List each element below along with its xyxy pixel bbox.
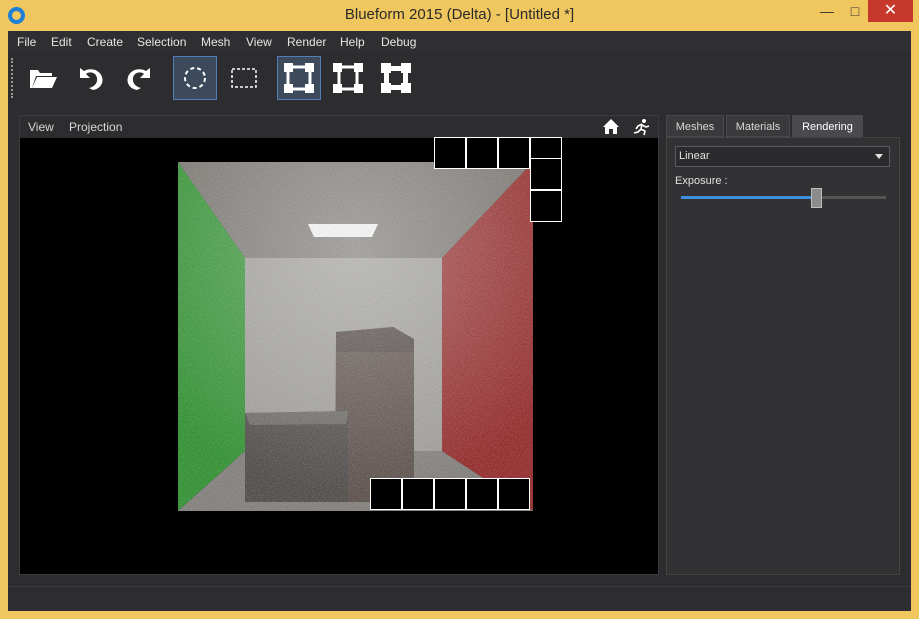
menu-render[interactable]: Render [287,35,326,49]
client-area: File Edit Create Selection Mesh View Ren… [8,31,911,611]
exposure-slider[interactable] [681,188,886,208]
overlay-cell [498,137,530,169]
exposure-label: Exposure : [675,175,728,187]
redo-icon [127,68,150,90]
menu-debug[interactable]: Debug [381,35,416,49]
walk-icon[interactable] [632,118,650,136]
viewport-projection-menu[interactable]: Projection [69,120,122,134]
minimize-button[interactable]: — [812,0,842,22]
tab-meshes[interactable]: Meshes [666,115,724,137]
toolbar-grip[interactable] [11,58,13,98]
render-view[interactable] [178,162,533,511]
transform-button[interactable] [277,56,321,100]
viewport-view-menu[interactable]: View [28,120,54,134]
open-icon [30,70,57,88]
app-window: Blueform 2015 (Delta) - [Untitled *] — □… [0,0,919,619]
viewport-panel[interactable]: View Projection [19,115,659,575]
undo-button[interactable] [69,56,113,100]
menu-mesh[interactable]: Mesh [201,35,230,49]
rect-select-icon [231,68,257,88]
exposure-slider-thumb[interactable] [811,188,822,208]
tab-materials[interactable]: Materials [726,115,790,137]
menu-create[interactable]: Create [87,35,123,49]
overlay-cell [530,190,562,222]
window-title: Blueform 2015 (Delta) - [Untitled *] [344,6,575,23]
rect-select-button[interactable] [222,56,266,100]
rotate-transform-icon [333,63,363,93]
scale-transform-button[interactable] [374,56,418,100]
overlay-cell [466,478,498,510]
chevron-down-icon [875,154,883,159]
exposure-slider-fill [681,196,816,199]
overlay-cell [466,137,498,169]
overlay-cell [370,478,402,510]
close-button[interactable]: ✕ [868,0,913,22]
transform-icon [284,63,314,93]
menu-selection[interactable]: Selection [137,35,186,49]
scale-transform-icon [381,63,411,93]
cornell-box-scene [178,162,533,511]
toolbar [8,53,911,101]
open-button[interactable] [21,56,65,100]
tonemap-dropdown[interactable]: Linear [675,146,890,167]
maximize-button[interactable]: □ [842,0,868,22]
tonemap-dropdown-value: Linear [679,150,710,162]
overlay-cell [402,478,434,510]
menu-edit[interactable]: Edit [51,35,72,49]
overlay-cell [434,137,466,169]
properties-panel: Meshes Materials Rendering Linear Exposu… [666,115,900,575]
rendering-tab-content: Linear Exposure : [666,137,900,575]
undo-icon [80,68,103,90]
status-bar [8,586,911,611]
menu-help[interactable]: Help [340,35,365,49]
overlay-cell [498,478,530,510]
menu-bar: File Edit Create Selection Mesh View Ren… [8,31,911,53]
circle-select-button[interactable] [173,56,217,100]
viewport-header: View Projection [20,116,658,138]
circle-select-icon [184,67,206,89]
home-icon[interactable] [602,118,620,136]
menu-view[interactable]: View [246,35,272,49]
rotate-transform-button[interactable] [326,56,370,100]
menu-file[interactable]: File [17,35,36,49]
title-bar[interactable]: Blueform 2015 (Delta) - [Untitled *] — □… [0,0,919,31]
overlay-cell [434,478,466,510]
overlay-cell [530,158,562,190]
redo-button[interactable] [117,56,161,100]
tab-rendering[interactable]: Rendering [792,115,863,137]
